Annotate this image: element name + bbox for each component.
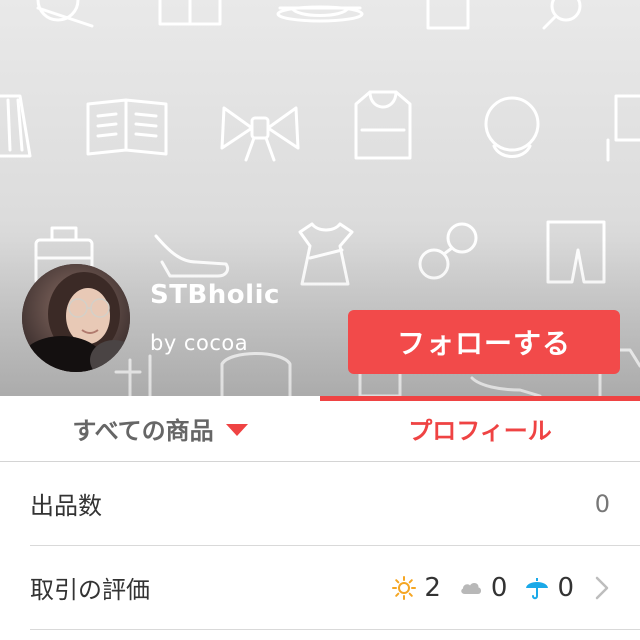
tab-profile[interactable]: プロフィール	[320, 396, 640, 461]
caret-down-icon	[225, 423, 248, 436]
sun-icon	[392, 575, 417, 600]
rating-normal: 0	[459, 572, 508, 603]
listing-count-row: 出品数 0	[30, 462, 640, 546]
rating-label: 取引の評価	[30, 576, 150, 604]
shop-name: STBholic	[150, 280, 280, 310]
rating-good-count: 2	[424, 572, 441, 603]
shop-owner: by cocoa	[150, 331, 249, 355]
profile-header: STBholic by cocoa フォローする	[0, 0, 640, 396]
follow-button[interactable]: フォローする	[348, 310, 620, 374]
listing-count-label: 出品数	[30, 492, 102, 520]
tab-all-items[interactable]: すべての商品	[0, 396, 320, 461]
tab-all-items-label: すべての商品	[72, 417, 214, 445]
chevron-right-icon	[595, 576, 609, 599]
avatar-photo	[22, 264, 130, 372]
rating-summary: 2 0 0	[392, 573, 610, 603]
rating-normal-count: 0	[490, 572, 508, 603]
tab-profile-label: プロフィール	[408, 417, 552, 445]
shop-avatar[interactable]	[22, 264, 130, 372]
cloud-icon	[461, 582, 481, 594]
rating-good: 2	[392, 573, 441, 603]
rating-bad: 0	[525, 573, 574, 603]
tab-bar: すべての商品 プロフィール	[0, 396, 640, 462]
rating-bad-count: 0	[557, 572, 574, 603]
umbrella-icon	[526, 577, 549, 599]
rating-row[interactable]: 取引の評価 2 0 0	[30, 546, 640, 630]
listing-count-value: 0	[594, 489, 610, 518]
